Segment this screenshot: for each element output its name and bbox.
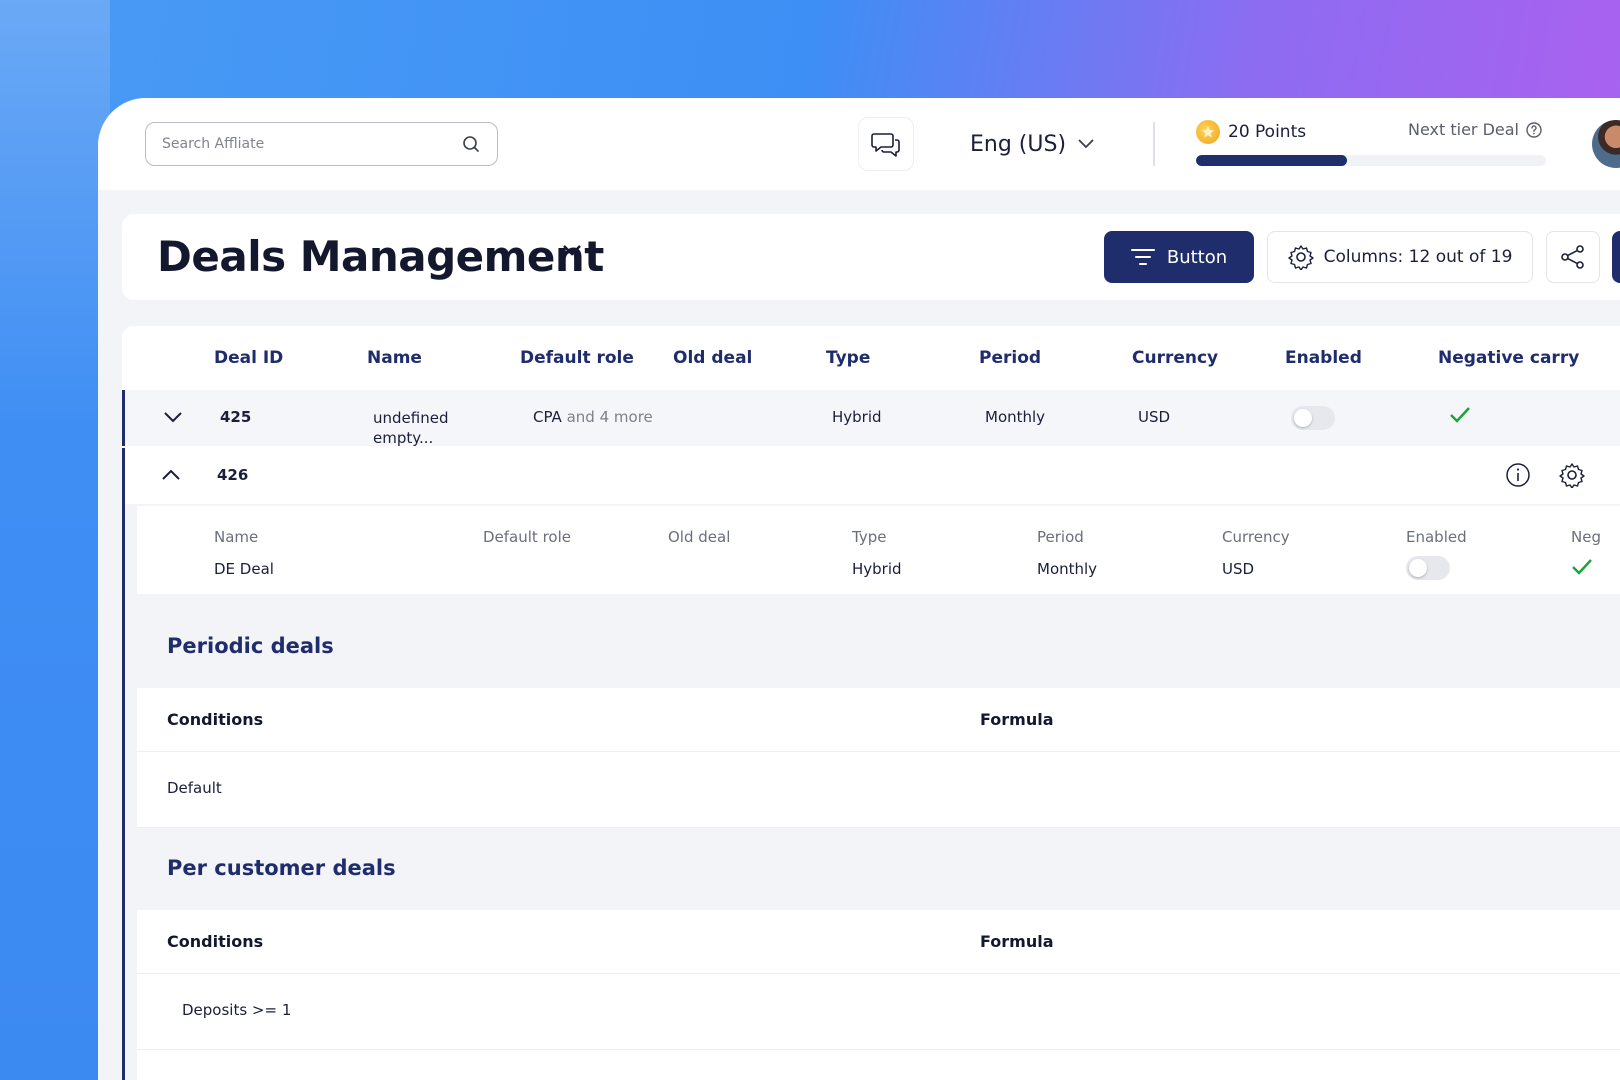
table-row[interactable]: 426 (125, 448, 1620, 504)
column-header[interactable]: Old deal (673, 348, 752, 368)
column-header[interactable]: Default role (520, 348, 634, 368)
check-icon (1450, 407, 1470, 423)
detail-label: Name (214, 528, 259, 546)
column-header[interactable]: Enabled (1285, 348, 1362, 368)
info-icon[interactable] (1505, 462, 1531, 488)
deal-details: Name Default role Old deal Type Period C… (137, 506, 1620, 594)
detail-period: Monthly (1037, 560, 1098, 578)
filter-icon (1130, 249, 1155, 265)
column-header[interactable]: Name (367, 348, 422, 368)
chevron-down-icon[interactable] (163, 411, 183, 423)
default-role-value: CPA (533, 408, 562, 426)
page-header: Deals Management Button Columns: 12 out … (122, 214, 1620, 300)
divider (1153, 122, 1155, 166)
section-title-periodic-deals: Periodic deals (167, 634, 334, 658)
conditions-header: Conditions (167, 710, 264, 729)
tier-progress-bar (1196, 155, 1546, 166)
column-header[interactable]: Negative carry (1438, 348, 1579, 368)
background-gradient (0, 0, 110, 1080)
chat-icon (871, 133, 900, 157)
detail-currency: USD (1222, 560, 1255, 578)
section-title-per-customer-deals: Per customer deals (167, 856, 396, 880)
detail-label: Period (1037, 528, 1084, 546)
columns-button[interactable]: Columns: 12 out of 19 (1267, 231, 1533, 283)
sub-table-header: Conditions Formula (137, 910, 1620, 974)
app-window: Eng (US) 20 Points Next tier Deal (98, 98, 1620, 1080)
top-bar: Eng (US) 20 Points Next tier Deal (98, 98, 1620, 190)
chevron-up-icon[interactable] (161, 469, 181, 481)
help-icon[interactable] (1525, 121, 1543, 139)
coin-icon (1196, 120, 1220, 144)
points-display: 20 Points (1196, 120, 1306, 144)
check-icon (1572, 559, 1592, 575)
deals-table: Deal ID Name Default role Old deal Type … (122, 326, 1620, 1080)
deal-name: undefined empty... (373, 409, 449, 447)
gear-icon (1287, 245, 1314, 270)
deal-id: 426 (217, 466, 249, 484)
condition-value: Default (167, 779, 222, 797)
formula-header: Formula (980, 710, 1054, 729)
detail-label: Type (852, 528, 887, 546)
avatar[interactable] (1592, 120, 1620, 168)
gear-icon[interactable] (1559, 462, 1585, 488)
search-box[interactable] (145, 122, 498, 166)
primary-button-label: Button (1166, 246, 1228, 268)
share-button[interactable] (1546, 231, 1600, 283)
language-selector[interactable]: Eng (US) (970, 124, 1094, 164)
action-button[interactable] (1612, 231, 1620, 283)
page-title: Deals Management (157, 232, 604, 281)
next-tier-label: Next tier Deal (1408, 120, 1519, 139)
column-header[interactable]: Currency (1132, 348, 1218, 368)
points-label: 20 Points (1228, 122, 1307, 142)
default-role: CPA and 4 more (533, 408, 653, 426)
detail-label: Currency (1222, 528, 1290, 546)
table-header: Deal ID Name Default role Old deal Type … (122, 326, 1620, 390)
detail-type: Hybrid (852, 560, 902, 578)
column-header[interactable]: Deal ID (214, 348, 283, 368)
deal-type: Hybrid (832, 408, 882, 426)
detail-label: Default role (483, 528, 571, 546)
column-header[interactable]: Type (826, 348, 870, 368)
share-icon (1561, 245, 1584, 269)
columns-button-label: Columns: 12 out of 19 (1323, 247, 1513, 267)
enabled-toggle[interactable] (1406, 556, 1450, 580)
enabled-toggle[interactable] (1291, 406, 1335, 430)
search-input[interactable] (162, 136, 461, 152)
chevron-down-icon (1078, 139, 1094, 149)
chevron-down-icon[interactable] (562, 244, 582, 258)
periodic-deals-table: Conditions Formula Default (137, 688, 1620, 828)
detail-label: Neg (1571, 528, 1601, 546)
search-icon[interactable] (461, 134, 481, 154)
default-role-more[interactable]: and 4 more (567, 408, 653, 426)
detail-name: DE Deal (214, 560, 274, 578)
chat-button[interactable] (858, 117, 914, 171)
conditions-header: Conditions (167, 932, 264, 951)
formula-header: Formula (980, 932, 1054, 951)
tier-progress-fill (1196, 155, 1347, 166)
next-tier-info[interactable]: Next tier Deal (1408, 120, 1543, 139)
primary-button[interactable]: Button (1104, 231, 1254, 283)
list-item[interactable]: Deposits >= 1 (137, 974, 1620, 1050)
deal-currency: USD (1138, 408, 1171, 426)
detail-label: Enabled (1406, 528, 1467, 546)
deal-period: Monthly (985, 408, 1046, 426)
condition-value: Deposits >= 1 (182, 1001, 292, 1019)
expanded-row: 426 Name Default role Old deal Type Peri… (122, 448, 1620, 1080)
column-header[interactable]: Period (979, 348, 1041, 368)
detail-label: Old deal (668, 528, 731, 546)
sub-table-header: Conditions Formula (137, 688, 1620, 752)
per-customer-deals-table: Conditions Formula Deposits >= 1 (137, 910, 1620, 1080)
list-item[interactable]: Default (137, 752, 1620, 828)
deal-id: 425 (220, 408, 252, 426)
table-row[interactable]: 425 undefined empty... CPA and 4 more Hy… (122, 390, 1620, 447)
language-label: Eng (US) (970, 131, 1067, 157)
